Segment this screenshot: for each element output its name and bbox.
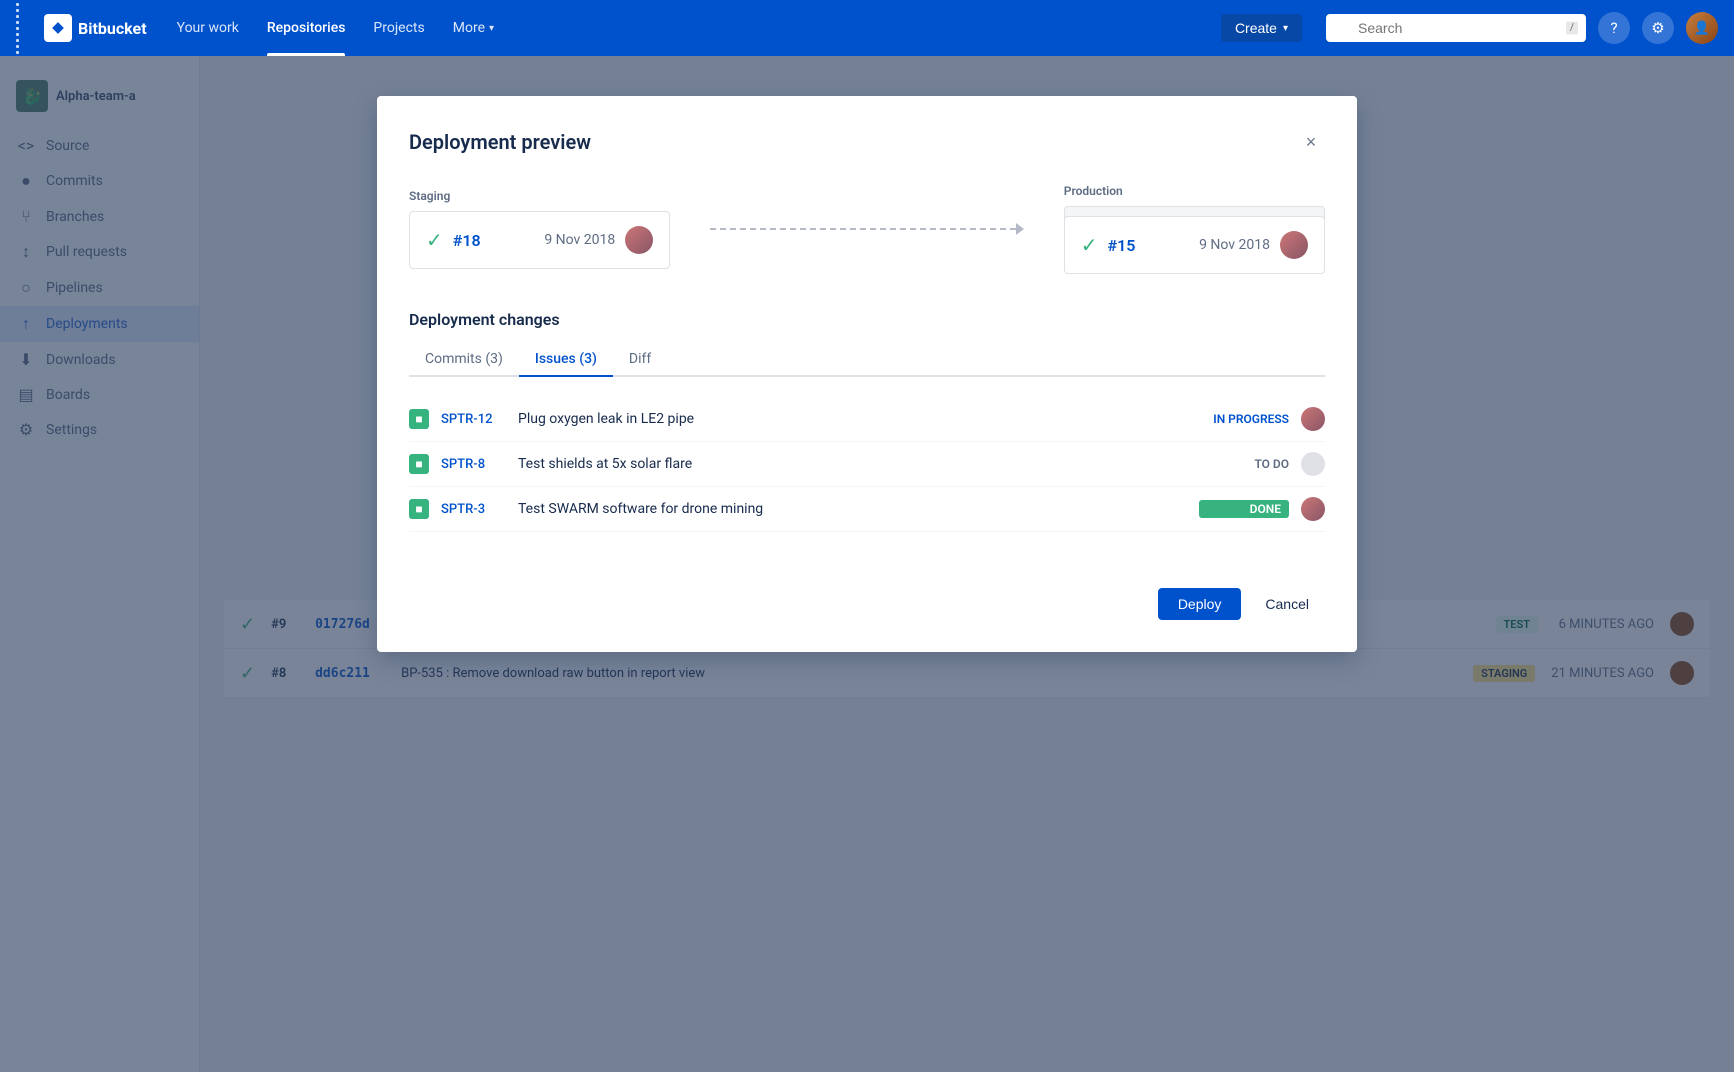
deployment-changes-title: Deployment changes (409, 310, 1325, 329)
issue-avatar (1301, 452, 1325, 476)
modal-overlay: Deployment preview × Staging ✓ #18 9 Nov… (0, 56, 1734, 1072)
modal-title: Deployment preview (409, 130, 591, 154)
deployment-environments: Staging ✓ #18 9 Nov 2018 Production (409, 184, 1325, 274)
issue-summary: Plug oxygen leak in LE2 pipe (518, 411, 1187, 427)
chevron-down-icon: ▾ (1283, 23, 1288, 34)
search-wrap: 🔍 / (1326, 14, 1586, 42)
nav-repositories[interactable]: Repositories (253, 0, 360, 56)
logo-icon (44, 14, 72, 42)
topnav: Bitbucket Your work Repositories Project… (0, 0, 1734, 56)
staging-environment: Staging ✓ #18 9 Nov 2018 (409, 189, 670, 269)
deploy-arrow (710, 199, 1024, 259)
production-check-icon: ✓ (1081, 233, 1098, 257)
issue-icon: ■ (409, 454, 429, 474)
grid-icon[interactable] (16, 3, 36, 54)
issue-avatar (1301, 497, 1325, 521)
production-date: 9 Nov 2018 (1199, 237, 1270, 253)
issue-key[interactable]: SPTR-12 (441, 412, 506, 427)
staging-avatar (625, 226, 653, 254)
deployment-changes: Deployment changes Commits (3) Issues (3… (409, 310, 1325, 532)
arrow-head (1016, 223, 1024, 235)
issue-icon: ■ (409, 499, 429, 519)
issue-status: DONE (1199, 500, 1289, 518)
cancel-button[interactable]: Cancel (1249, 588, 1325, 620)
staging-label: Staging (409, 189, 670, 203)
deployment-tabs: Commits (3) Issues (3) Diff (409, 343, 1325, 377)
tab-diff[interactable]: Diff (613, 343, 667, 377)
nav-projects[interactable]: Projects (359, 0, 438, 56)
help-icon[interactable]: ? (1598, 12, 1630, 44)
settings-icon[interactable]: ⚙ (1642, 12, 1674, 44)
production-label: Production (1064, 184, 1325, 198)
modal-footer: Deploy Cancel (409, 572, 1325, 620)
nav-more[interactable]: More ▾ (439, 0, 508, 56)
issue-summary: Test SWARM software for drone mining (518, 501, 1187, 517)
user-avatar[interactable]: 👤 (1686, 12, 1718, 44)
table-row: ■ SPTR-8 Test shields at 5x solar flare … (409, 442, 1325, 487)
table-row: ■ SPTR-3 Test SWARM software for drone m… (409, 487, 1325, 532)
modal-header: Deployment preview × (409, 128, 1325, 156)
production-environment: Production ✓ #15 9 Nov 2018 (1064, 184, 1325, 274)
staging-card: ✓ #18 9 Nov 2018 (409, 211, 670, 269)
tab-issues[interactable]: Issues (3) (519, 343, 613, 377)
issue-summary: Test shields at 5x solar flare (518, 456, 1187, 472)
chevron-down-icon: ▾ (489, 23, 494, 34)
production-avatar (1280, 231, 1308, 259)
issue-icon: ■ (409, 409, 429, 429)
staging-date: 9 Nov 2018 (544, 232, 615, 248)
tab-commits[interactable]: Commits (3) (409, 343, 519, 377)
production-build-num[interactable]: #15 (1108, 236, 1136, 255)
staging-build-num[interactable]: #18 (453, 231, 481, 250)
search-input[interactable] (1326, 14, 1586, 42)
production-card-lower: ✓ #15 9 Nov 2018 (1064, 216, 1325, 274)
table-row: ■ SPTR-12 Plug oxygen leak in LE2 pipe I… (409, 397, 1325, 442)
issue-key[interactable]: SPTR-8 (441, 457, 506, 472)
create-button[interactable]: Create ▾ (1221, 14, 1302, 42)
production-card-wrapper: ✓ #15 9 Nov 2018 (1064, 206, 1325, 274)
staging-check-icon: ✓ (426, 228, 443, 252)
issue-status: IN PROGRESS (1199, 412, 1289, 426)
issue-avatar (1301, 407, 1325, 431)
logo[interactable]: Bitbucket (44, 14, 147, 42)
arrow-line (710, 228, 1016, 230)
deployment-preview-modal: Deployment preview × Staging ✓ #18 9 Nov… (377, 96, 1357, 652)
deploy-button[interactable]: Deploy (1158, 588, 1242, 620)
topnav-right: 🔍 / ? ⚙ 👤 (1326, 12, 1718, 44)
nav-your-work[interactable]: Your work (163, 0, 253, 56)
issues-table: ■ SPTR-12 Plug oxygen leak in LE2 pipe I… (409, 397, 1325, 532)
issue-status: TO DO (1199, 457, 1289, 471)
logo-text: Bitbucket (78, 19, 147, 38)
issue-key[interactable]: SPTR-3 (441, 502, 506, 517)
search-slash: / (1566, 22, 1578, 35)
topnav-links: Your work Repositories Projects More ▾ (163, 0, 1213, 56)
close-button[interactable]: × (1297, 128, 1325, 156)
